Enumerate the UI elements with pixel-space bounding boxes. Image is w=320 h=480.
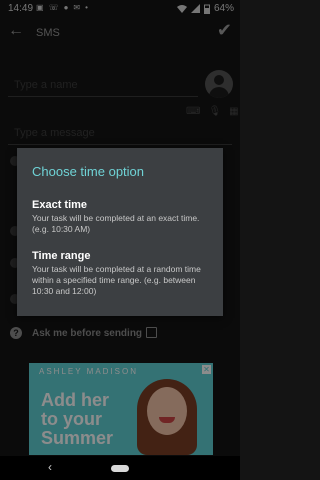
navigation-bar: ‹	[0, 456, 240, 480]
dialog-title: Choose time option	[32, 164, 145, 179]
nav-back-icon[interactable]: ‹	[48, 460, 52, 474]
nav-home-icon[interactable]	[111, 465, 129, 472]
option-title: Time range	[32, 250, 91, 262]
option-title: Exact time	[32, 199, 88, 211]
time-option-dialog: Choose time option Exact time Your task …	[17, 148, 223, 316]
option-description: Your task will be completed at an exact …	[32, 213, 200, 234]
option-description: Your task will be completed at a random …	[32, 264, 201, 296]
